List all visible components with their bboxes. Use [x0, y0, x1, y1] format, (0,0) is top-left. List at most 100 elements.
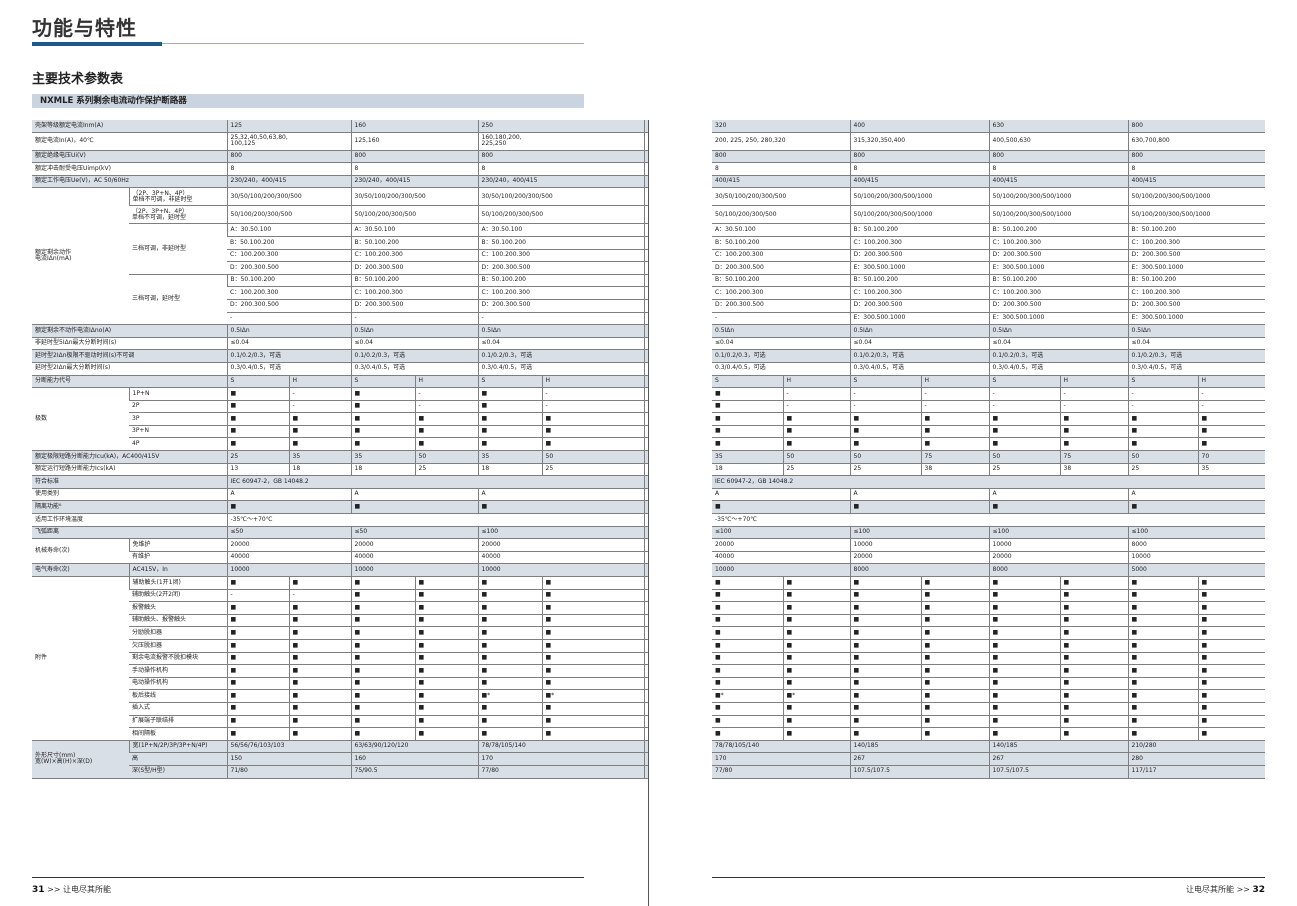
black-square-marker: ■: [288, 727, 352, 741]
black-square-marker: ■: [782, 614, 851, 628]
table-cell: （2P、3P+N、4P） 单档不可调，延时型: [129, 205, 227, 225]
table-cell: 267: [988, 752, 1129, 766]
table-cell: 0.1/0.2/0.3，可选: [988, 349, 1129, 363]
black-square-marker: ■: [712, 702, 783, 716]
black-square-marker: ■: [782, 626, 851, 640]
table-cell: B：50.100.200: [227, 236, 352, 250]
black-square-marker: ■: [782, 425, 851, 439]
black-square-marker: ■: [477, 589, 543, 603]
black-square-marker: ■: [414, 412, 479, 426]
table-cell: E：300.500.1000: [1127, 261, 1266, 275]
table-cell: 20000: [988, 551, 1129, 565]
table-cell: 10000: [988, 538, 1129, 552]
table-cell: B：50.100.200: [350, 236, 479, 250]
table-row: ■ ■ ■ ■ ■ ■ ■ ■: [712, 425, 1266, 439]
table-cell: -: [414, 400, 479, 414]
table-cell: 0.1/0.2/0.3，可选: [226, 349, 352, 363]
table-row: 分断能力代号 S H S H S H: [32, 375, 648, 389]
table-cell: 50: [541, 450, 645, 464]
table-cell: ≤0.04: [226, 337, 352, 351]
black-square-marker: ■: [288, 652, 352, 666]
table-cell: B：50.100.200: [1127, 223, 1266, 237]
black-square-marker: ■: [1127, 425, 1199, 439]
black-square-marker: ■: [1127, 702, 1199, 716]
table-cell: 10000: [849, 538, 990, 552]
table-cell: 25: [414, 463, 479, 477]
black-square-marker: ■: [849, 601, 922, 615]
black-square-marker: ■: [350, 614, 416, 628]
black-square-marker: ■: [782, 639, 851, 653]
table-cell: 报警触头: [129, 601, 227, 615]
black-square-marker: ■: [712, 500, 851, 515]
black-square-marker: ■: [288, 576, 352, 590]
black-square-marker: ■: [1127, 589, 1199, 603]
black-square-marker: ■: [1197, 425, 1266, 439]
table-cell: 0.3/0.4/0.5，可选: [988, 362, 1129, 376]
black-square-marker: ■: [541, 639, 645, 653]
black-square-marker: ■: [988, 715, 1061, 729]
page-number-right: 32: [1252, 885, 1265, 895]
table-row: ■ - - - - - - -: [712, 387, 1266, 401]
table-cell: H: [288, 375, 352, 389]
black-square-marker: ■: [849, 626, 922, 640]
table-cell: 30/50/100/200/300/500: [712, 187, 851, 207]
black-square-marker: ■: [849, 500, 990, 515]
table-cell: A：30.50.100: [226, 223, 352, 237]
black-square-marker: ■: [226, 715, 289, 729]
table-cell: 延时型2IΔn极限不驱动时间(s)不可调: [32, 349, 227, 363]
black-square-marker: ■: [1197, 664, 1266, 678]
black-square-marker: ■: [1059, 412, 1129, 426]
table-cell: D：200.300.500: [712, 261, 851, 275]
black-square-marker: ■: [920, 664, 990, 678]
black-square-marker: ■: [288, 639, 352, 653]
table-cell: C：100.200.300: [712, 286, 851, 300]
table-cell: 8: [849, 162, 990, 176]
black-square-marker: ■: [226, 437, 289, 452]
table-cell: 630: [988, 120, 1129, 133]
table-cell: B：50.100.200: [712, 236, 851, 250]
table-cell: 250: [477, 120, 645, 133]
title-accent-bar: [32, 42, 162, 46]
table-cell: ≤0.04: [1127, 337, 1266, 351]
table-cell: D：200.300.500: [477, 299, 645, 313]
table-cell: 800: [226, 150, 352, 164]
black-square-marker: ■: [414, 689, 479, 703]
black-square-marker: ■: [920, 425, 990, 439]
table-cell: -: [849, 387, 922, 401]
table-cell: ≤0.04: [350, 337, 479, 351]
table-row: 飞弧距离 ≤50 ≤50 ≤100: [32, 526, 648, 540]
black-square-marker: ■: [477, 412, 543, 426]
table-cell: 宽(1P+N/2P/3P/3P+N/4P): [128, 740, 227, 754]
table-cell: C：100.200.300: [477, 286, 645, 300]
black-square-marker: ■: [288, 425, 352, 439]
table-cell: A: [712, 488, 851, 502]
black-square-marker: ■: [477, 387, 543, 401]
black-square-marker: ■: [988, 576, 1061, 590]
table-row: - E：300.500.1000 E：300.500.1000 E：300.500.1…: [712, 312, 1266, 326]
table-cell: A: [1127, 488, 1266, 502]
table-cell: -35℃～+70℃: [226, 513, 645, 527]
black-square-marker: ■: [414, 614, 479, 628]
table-cell: B：50.100.200: [849, 274, 990, 288]
table-cell: -: [227, 312, 352, 326]
black-square-marker: ■: [541, 576, 645, 590]
table-cell: 63/63/90/120/120: [350, 740, 479, 754]
table-cell: 三档可调，非延时型: [129, 223, 227, 275]
table-row: 额定运行短路分断能力Ics(kA) 13 18 18 25 18 25: [32, 463, 648, 477]
black-square-marker: ■: [1059, 702, 1129, 716]
black-square-marker: ■: [1197, 589, 1266, 603]
table-cell: 4P: [129, 437, 227, 452]
black-square-marker: ■: [712, 626, 783, 640]
table-cell: 额定剩余不动作电流IΔno(A): [32, 324, 227, 338]
table-cell: H: [414, 375, 479, 389]
black-square-marker: ■: [849, 614, 922, 628]
black-square-marker: ■: [920, 689, 990, 703]
black-square-marker: ■: [288, 715, 352, 729]
black-square-marker: ■: [712, 576, 783, 590]
black-square-marker: ■: [1197, 715, 1266, 729]
black-square-marker: ■: [782, 576, 851, 590]
table-cell: 电动操作机构: [129, 677, 227, 691]
table-cell: IEC 60947-2，GB 14048.2: [226, 475, 645, 489]
black-square-marker: ■: [541, 412, 645, 426]
footer-left: 31 >> 让电尽其所能: [32, 884, 111, 895]
